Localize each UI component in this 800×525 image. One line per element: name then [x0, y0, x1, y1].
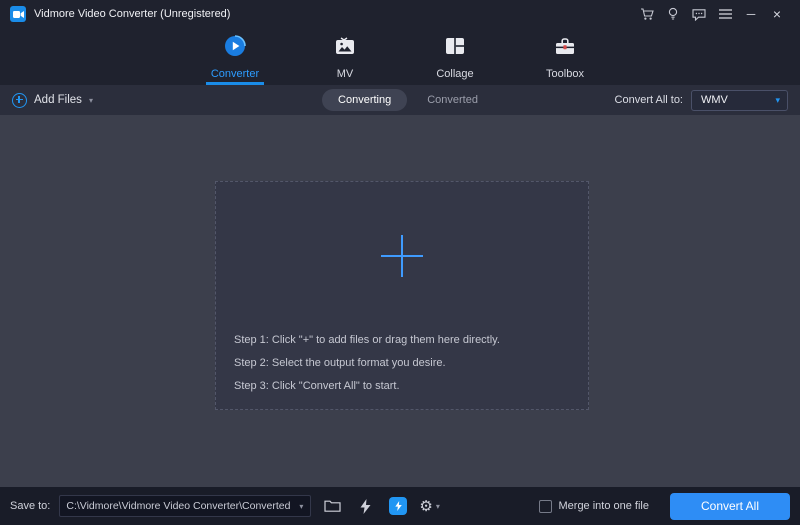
save-path-field[interactable]: C:\Vidmore\Vidmore Video Converter\Conve… [59, 495, 312, 517]
step-1-text: Step 1: Click "+" to add files or drag t… [234, 334, 500, 346]
settings-caret-icon: ▾ [435, 501, 440, 511]
merge-label: Merge into one file [558, 500, 650, 512]
queue-tabs: Converting Converted [322, 89, 478, 111]
settings-button[interactable]: ⚙ ▾ [419, 499, 439, 514]
converting-tab[interactable]: Converting [322, 89, 408, 111]
app-logo-icon [10, 6, 26, 22]
add-files-button[interactable]: Add Files ▾ [12, 92, 93, 108]
app-window: Vidmore Video Converter (Unregistered) ─… [0, 0, 800, 525]
file-dropzone[interactable]: Step 1: Click "+" to add files or drag t… [215, 181, 589, 410]
open-folder-icon[interactable] [320, 494, 344, 518]
gpu-acceleration-icon[interactable] [386, 494, 410, 518]
tab-collage[interactable]: Collage [419, 28, 491, 85]
add-plus-circle-icon [12, 92, 27, 108]
gear-icon: ⚙ [419, 497, 433, 515]
add-files-caret-icon[interactable]: ▾ [89, 96, 93, 105]
merge-into-one-file-toggle[interactable]: Merge into one file [538, 499, 650, 513]
dropzone-instructions: Step 1: Click "+" to add files or drag t… [234, 329, 500, 398]
convert-all-button[interactable]: Convert All [670, 492, 790, 520]
tab-toolbox[interactable]: Toolbox [529, 28, 601, 85]
tab-collage-label: Collage [436, 67, 474, 80]
minimize-icon[interactable]: ─ [738, 0, 764, 28]
collage-icon [443, 34, 467, 63]
lightbulb-icon[interactable] [660, 0, 686, 28]
main-nav: Converter MV Collage Toolbox [0, 28, 800, 85]
add-plus-icon[interactable] [381, 235, 423, 277]
titlebar: Vidmore Video Converter (Unregistered) ─… [0, 0, 800, 28]
convert-all-to-label: Convert All to: [614, 94, 683, 106]
tab-converter[interactable]: Converter [199, 28, 271, 85]
output-format-value: WMV [701, 94, 728, 106]
tab-converter-label: Converter [210, 67, 260, 80]
toolbar: Add Files ▾ Converting Converted Convert… [0, 85, 800, 115]
step-2-text: Step 2: Select the output format you des… [234, 357, 446, 369]
output-format-select[interactable]: WMV ▾ [691, 89, 788, 111]
close-icon[interactable]: × [764, 0, 790, 28]
high-speed-icon[interactable] [353, 494, 377, 518]
tab-mv-label: MV [336, 67, 354, 80]
feedback-icon[interactable] [686, 0, 712, 28]
save-path-value: C:\Vidmore\Vidmore Video Converter\Conve… [66, 500, 291, 512]
main-content: Step 1: Click "+" to add files or drag t… [0, 115, 800, 487]
titlebar-actions: ─ × [634, 0, 790, 28]
cart-icon[interactable] [634, 0, 660, 28]
step-3-text: Step 3: Click "Convert All" to start. [234, 380, 400, 392]
converted-tab[interactable]: Converted [427, 94, 478, 106]
format-caret-icon: ▾ [775, 94, 780, 105]
add-files-label: Add Files [34, 94, 82, 106]
save-to-label: Save to: [10, 500, 51, 512]
dropzone-plus-area[interactable] [216, 182, 588, 330]
menu-icon[interactable] [712, 0, 738, 28]
converter-icon [223, 34, 247, 63]
tab-toolbox-label: Toolbox [546, 67, 584, 80]
mv-icon [333, 34, 357, 63]
tab-mv[interactable]: MV [309, 28, 381, 85]
bottombar: Save to: C:\Vidmore\Vidmore Video Conver… [0, 487, 800, 525]
merge-checkbox[interactable] [538, 499, 552, 513]
save-path-caret-icon[interactable]: ▾ [292, 502, 310, 511]
toolbox-icon [553, 34, 577, 63]
convert-all-to-group: Convert All to: WMV ▾ [614, 89, 788, 111]
window-title: Vidmore Video Converter (Unregistered) [34, 8, 231, 20]
